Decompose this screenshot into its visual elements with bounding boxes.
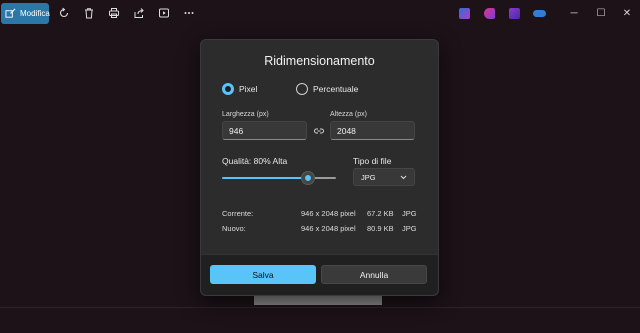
slideshow-icon[interactable] <box>156 5 172 21</box>
video-editor-icon[interactable] <box>509 8 520 19</box>
chevron-down-icon <box>400 175 407 180</box>
image-preview-edge <box>254 295 382 305</box>
share-icon[interactable] <box>131 5 147 21</box>
quality-slider-fill[interactable] <box>222 177 308 179</box>
radio-selected-icon[interactable] <box>222 83 234 95</box>
current-dimensions: 946 x 2048 pixel <box>301 209 356 218</box>
radio-pixel-label: Pixel <box>239 84 258 94</box>
current-size: 67.2 KB <box>367 209 394 218</box>
designer-icon[interactable] <box>484 8 495 19</box>
dialog-title: Ridimensionamento <box>264 54 375 68</box>
filetype-label: Tipo di file <box>353 156 392 166</box>
close-button[interactable]: ✕ <box>619 5 635 21</box>
current-label: Corrente: <box>222 209 254 218</box>
new-label: Nuovo: <box>222 224 246 233</box>
radio-unselected-icon[interactable] <box>296 83 308 95</box>
maximize-button[interactable]: ☐ <box>593 5 609 21</box>
more-icon[interactable] <box>181 5 197 21</box>
rotate-icon[interactable] <box>56 5 72 21</box>
height-label: Altezza (px) <box>330 111 367 118</box>
link-aspect-icon[interactable] <box>314 126 324 136</box>
edit-button-label: Modifica <box>20 9 50 18</box>
radio-percentuale[interactable]: Percentuale <box>296 83 358 95</box>
radio-pixel[interactable]: Pixel <box>222 83 257 95</box>
divider <box>0 307 640 308</box>
minimize-button[interactable]: ─ <box>566 5 582 21</box>
delete-icon[interactable] <box>81 5 97 21</box>
current-format: JPG <box>402 209 417 218</box>
top-toolbar: Modifica ─ ☐ ✕ <box>0 0 640 28</box>
clipchamp-icon[interactable] <box>459 8 470 19</box>
height-input[interactable]: 2048 <box>330 121 415 140</box>
onedrive-icon[interactable] <box>533 10 546 17</box>
new-size: 80.9 KB <box>367 224 394 233</box>
edit-button[interactable]: Modifica <box>1 3 50 24</box>
filetype-value: JPG <box>361 172 376 182</box>
new-format: JPG <box>402 224 417 233</box>
quality-slider-thumb[interactable] <box>302 172 314 184</box>
quality-label: Qualità: 80% Alta <box>222 156 288 166</box>
width-input[interactable]: 946 <box>222 121 307 140</box>
width-label: Larghezza (px) <box>222 111 269 118</box>
new-dimensions: 946 x 2048 pixel <box>301 224 356 233</box>
radio-percentuale-label: Percentuale <box>313 84 359 94</box>
cancel-button[interactable]: Annulla <box>321 265 427 284</box>
filetype-select[interactable]: JPG <box>353 168 415 186</box>
print-icon[interactable] <box>106 5 122 21</box>
save-button[interactable]: Salva <box>210 265 316 284</box>
edit-icon <box>5 8 16 19</box>
